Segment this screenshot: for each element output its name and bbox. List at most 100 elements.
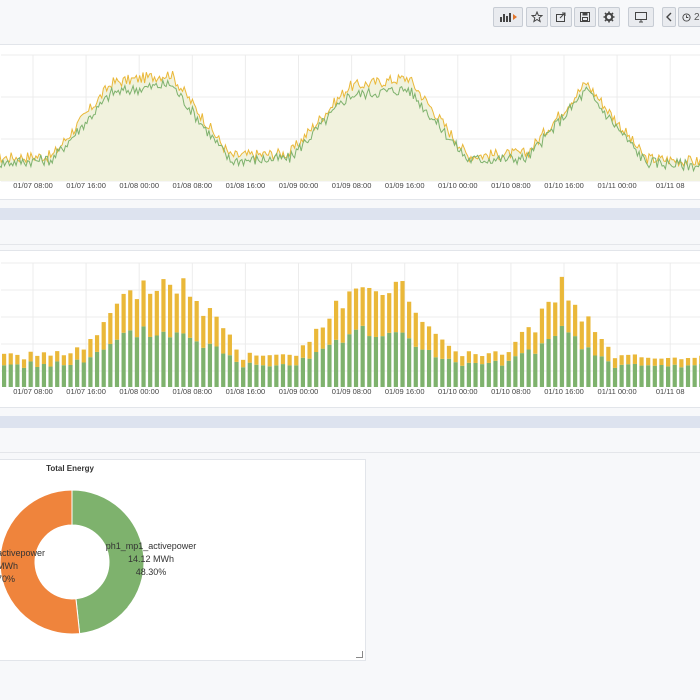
bar-green (254, 364, 259, 387)
bar-yellow (41, 352, 47, 364)
bar-green (148, 336, 153, 387)
bar-yellow (187, 296, 193, 338)
power-line-chart: 01/07 08:00 01/07 16:00 01/08 00:00 01/08 0… (0, 54, 700, 190)
bar-yellow (533, 332, 538, 354)
settings-button[interactable] (598, 7, 620, 27)
x-tick-label: 01/10 08:00 (491, 181, 531, 190)
bar-green (526, 349, 531, 387)
gear-icon (603, 11, 615, 23)
bar-green (473, 362, 478, 387)
bar-yellow (599, 338, 604, 357)
bar-green (274, 365, 279, 387)
bar-green (513, 356, 518, 387)
bar-green (666, 366, 671, 387)
bar-yellow (81, 349, 86, 363)
add-panel-button[interactable] (493, 7, 523, 27)
bar-yellow (592, 332, 598, 356)
bar-yellow (380, 295, 385, 337)
bar-green (41, 363, 47, 387)
star-dashboard-button[interactable] (526, 7, 548, 27)
bar-green (539, 343, 545, 387)
bar-green (260, 365, 266, 387)
bar-yellow (294, 355, 299, 366)
bar-green (533, 353, 538, 387)
bar-green (221, 353, 226, 387)
bar-yellow (88, 339, 93, 358)
row-separator (0, 208, 700, 220)
bar-yellow (466, 351, 471, 363)
bar-yellow (347, 291, 352, 335)
bar-yellow (426, 326, 432, 350)
bar-yellow (692, 357, 697, 366)
bar-green (685, 365, 691, 387)
bar-green (619, 364, 624, 387)
bar-yellow (201, 315, 206, 348)
bar-green (466, 362, 471, 387)
bar-yellow (181, 278, 186, 334)
bar-yellow (260, 355, 266, 366)
time-back-button[interactable] (662, 7, 676, 27)
bar-green (28, 361, 33, 387)
total-energy-panel[interactable]: Total Energy activepower MWh 70% ph1_mp1… (0, 459, 366, 661)
bar-green (672, 364, 677, 387)
bar-yellow (360, 287, 365, 326)
bar-green (460, 365, 465, 387)
bar-yellow (214, 316, 219, 347)
bar-yellow (626, 354, 631, 365)
bar-yellow (446, 345, 452, 359)
bar-green (168, 337, 173, 387)
dashboard-toolbar: 20 (0, 0, 700, 36)
bar-green (373, 336, 379, 387)
power-timeseries-panel[interactable]: 01/07 08:00 01/07 16:00 01/08 00:00 01/08 0… (0, 44, 700, 200)
share-dashboard-button[interactable] (550, 7, 572, 27)
chevron-left-icon (666, 12, 672, 22)
bar-green (88, 357, 93, 387)
bar-yellow (526, 327, 531, 350)
bar-yellow (134, 299, 139, 338)
bar-yellow (168, 284, 173, 338)
bar-green (493, 360, 498, 387)
panel-resize-handle[interactable] (356, 651, 363, 658)
bar-yellow (606, 346, 611, 362)
bar-yellow (553, 302, 558, 336)
bar-yellow (234, 349, 239, 362)
tv-mode-button[interactable] (628, 7, 654, 27)
bar-yellow (513, 341, 518, 357)
bar-green (227, 355, 232, 387)
bar-green (546, 338, 551, 387)
bar-yellow (500, 354, 505, 366)
bar-yellow (679, 359, 684, 368)
bar-green (446, 358, 452, 387)
bar-green (2, 365, 7, 387)
bar-green (380, 336, 385, 387)
x-tick-label: 01/09 08:00 (332, 181, 372, 190)
bar-green (174, 332, 179, 387)
bar-yellow (241, 359, 246, 368)
bar-yellow (367, 287, 372, 337)
clock-icon (682, 12, 691, 22)
slice-label-activepower: activepower MWh 70% (0, 547, 45, 586)
bar-yellow (573, 304, 578, 337)
panel-divider (0, 244, 700, 245)
bar-green (55, 361, 60, 387)
bar-yellow (141, 280, 146, 327)
bar-green (187, 337, 193, 387)
bar-yellow (48, 355, 53, 367)
bar-green (360, 325, 365, 387)
bar-green (48, 366, 53, 387)
bar-green (267, 366, 272, 387)
bar-green (566, 332, 571, 387)
bar-yellow (327, 318, 332, 345)
x-tick-label: 01/08 00:00 (119, 387, 159, 396)
x-tick-label: 01/07 08:00 (13, 181, 53, 190)
save-dashboard-button[interactable] (574, 7, 596, 27)
bar-yellow (473, 354, 478, 363)
bar-green (8, 364, 13, 387)
bar-yellow (652, 358, 657, 366)
energy-bar-panel[interactable]: 01/07 08:00 01/07 16:00 01/08 00:00 01/08 0… (0, 250, 700, 408)
bar-green (632, 363, 637, 387)
bar-yellow (75, 347, 80, 360)
bar-green (413, 346, 418, 387)
time-range-picker[interactable]: 20 (678, 7, 700, 27)
bar-yellow (420, 321, 425, 350)
